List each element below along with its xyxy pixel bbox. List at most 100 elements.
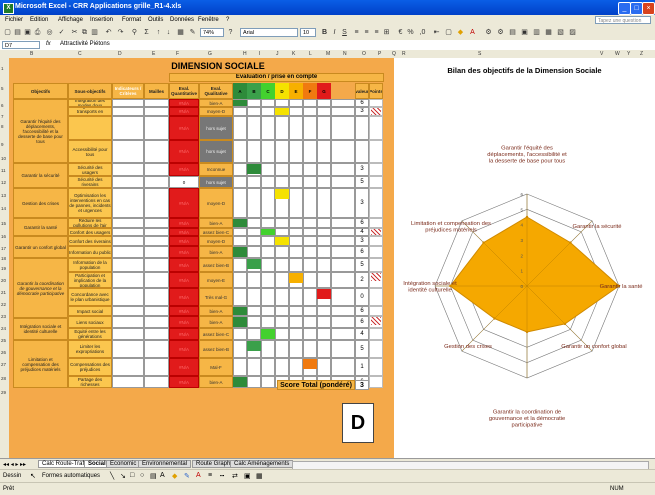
menu-help[interactable]: ?	[226, 17, 229, 23]
grade-grid-cell[interactable]	[275, 116, 289, 140]
maille-cell[interactable]	[144, 176, 169, 188]
line-icon[interactable]: ╲	[110, 472, 114, 480]
valeur-cell[interactable]: 2	[355, 272, 369, 288]
textbox-icon[interactable]: ▤	[150, 472, 157, 480]
indicator-cell[interactable]	[112, 218, 144, 228]
row-header[interactable]: 10	[1, 156, 6, 161]
grade-grid-cell[interactable]	[247, 246, 261, 258]
maille-cell[interactable]	[144, 376, 169, 388]
grade-grid-cell[interactable]	[247, 99, 261, 107]
tools2-icon[interactable]: ⚙	[496, 28, 505, 37]
fill-icon[interactable]: ◆	[172, 472, 177, 480]
tools7-icon[interactable]: ▧	[556, 28, 565, 37]
maille-cell[interactable]	[144, 358, 169, 376]
percent-icon[interactable]: %	[406, 28, 415, 37]
valeur-cell[interactable]: 1	[355, 358, 369, 376]
grade-grid-cell[interactable]	[261, 176, 275, 188]
oval-icon[interactable]: ○	[140, 472, 144, 479]
grade-grid-cell[interactable]	[261, 316, 275, 328]
eval-quant-cell[interactable]: #N/A	[169, 236, 199, 246]
maille-cell[interactable]	[144, 272, 169, 288]
points-cell[interactable]	[369, 140, 383, 163]
grade-grid-cell[interactable]	[317, 188, 331, 218]
valeur-cell[interactable]: 6	[355, 316, 369, 328]
tab-route-graph[interactable]: Route Graph	[192, 460, 235, 468]
eval-qual-cell[interactable]: Inconnue	[199, 163, 233, 176]
points-cell[interactable]	[369, 358, 383, 376]
arrowstyle-icon[interactable]: ⇄	[232, 472, 238, 480]
indicator-cell[interactable]	[112, 176, 144, 188]
grade-grid-cell[interactable]	[289, 218, 303, 228]
eval-qual-cell[interactable]: hors sujet	[199, 140, 233, 163]
grade-grid-cell[interactable]	[247, 316, 261, 328]
eval-qual-cell[interactable]: Très mal-G	[199, 288, 233, 306]
grade-grid-cell[interactable]	[247, 288, 261, 306]
row-header[interactable]: 1	[1, 66, 4, 71]
col-header[interactable]: B	[30, 51, 33, 57]
save-icon[interactable]: ▣	[23, 28, 32, 37]
maille-cell[interactable]	[144, 288, 169, 306]
indicator-cell[interactable]	[112, 272, 144, 288]
eval-quant-cell[interactable]: #N/A	[169, 228, 199, 236]
sub-objective-cell[interactable]: Limiter les expropriations	[68, 340, 112, 358]
grade-grid-cell[interactable]	[303, 288, 317, 306]
indicator-cell[interactable]	[112, 288, 144, 306]
grade-grid-cell[interactable]	[289, 288, 303, 306]
points-cell[interactable]	[369, 288, 383, 306]
grade-grid-cell[interactable]	[317, 358, 331, 376]
row-header[interactable]: 28	[1, 376, 6, 381]
grade-grid-cell[interactable]	[289, 236, 303, 246]
tab-nav-icon[interactable]: ◂◂ ◂ ▸ ▸▸	[3, 461, 26, 468]
objective-cell[interactable]: Garantir un confort global	[13, 236, 68, 258]
menu-format[interactable]: Format	[122, 17, 141, 23]
indicator-cell[interactable]	[112, 107, 144, 116]
row-header[interactable]: 14	[1, 206, 6, 211]
grade-grid-cell[interactable]	[317, 246, 331, 258]
valeur-cell[interactable]: 6	[355, 99, 369, 107]
indicator-cell[interactable]	[112, 163, 144, 176]
objective-cell[interactable]: Gestion des crises	[13, 188, 68, 218]
row-header[interactable]: 18	[1, 256, 6, 261]
grade-grid-cell[interactable]	[303, 176, 317, 188]
tab-environnemental[interactable]: Environnemental	[138, 460, 192, 468]
print-icon[interactable]: ⎙	[33, 28, 42, 37]
objective-cell[interactable]: Garantir la coordination de gouvernance …	[13, 258, 68, 318]
eval-quant-cell[interactable]: #N/A	[169, 163, 199, 176]
col-header[interactable]: K	[292, 51, 295, 57]
eval-qual-cell[interactable]: moyen-D	[199, 236, 233, 246]
col-header[interactable]: E	[152, 51, 155, 57]
grade-grid-cell[interactable]	[289, 188, 303, 218]
grade-grid-cell[interactable]	[261, 163, 275, 176]
maille-cell[interactable]	[144, 246, 169, 258]
bold-icon[interactable]: B	[320, 28, 329, 37]
grade-grid-cell[interactable]	[275, 228, 289, 236]
grade-grid-cell[interactable]	[247, 228, 261, 236]
score-total-value[interactable]: 3	[355, 380, 369, 390]
radar-chart[interactable]: 0123456Garantir l'équité des déplacements…	[394, 78, 655, 438]
grade-grid-cell[interactable]	[289, 140, 303, 163]
grade-grid-cell[interactable]	[247, 140, 261, 163]
underline-icon[interactable]: S	[340, 28, 349, 37]
copy-icon[interactable]: ⧉	[80, 28, 89, 37]
grade-grid-cell[interactable]	[289, 328, 303, 340]
valeur-cell[interactable]: 0	[355, 288, 369, 306]
col-header[interactable]: S	[478, 51, 481, 57]
grade-grid-cell[interactable]	[247, 176, 261, 188]
indicator-cell[interactable]	[112, 188, 144, 218]
maille-cell[interactable]	[144, 218, 169, 228]
grade-grid-cell[interactable]	[303, 107, 317, 116]
sort-asc-icon[interactable]: ↑	[154, 28, 163, 37]
font-size-select[interactable]: 10	[300, 28, 316, 37]
maille-cell[interactable]	[144, 163, 169, 176]
grade-grid-cell[interactable]	[289, 176, 303, 188]
valeur-cell[interactable]: 5	[355, 258, 369, 272]
row-header[interactable]: 29	[1, 390, 6, 395]
italic-icon[interactable]: I	[330, 28, 339, 37]
grade-grid-cell[interactable]	[261, 272, 275, 288]
grade-grid-cell[interactable]	[289, 99, 303, 107]
valeur-cell[interactable]: 4	[355, 228, 369, 236]
grade-grid-cell[interactable]	[317, 328, 331, 340]
menu-edition[interactable]: Edition	[30, 17, 48, 23]
row-header[interactable]: 20	[1, 278, 6, 283]
col-header[interactable]: I	[259, 51, 260, 57]
